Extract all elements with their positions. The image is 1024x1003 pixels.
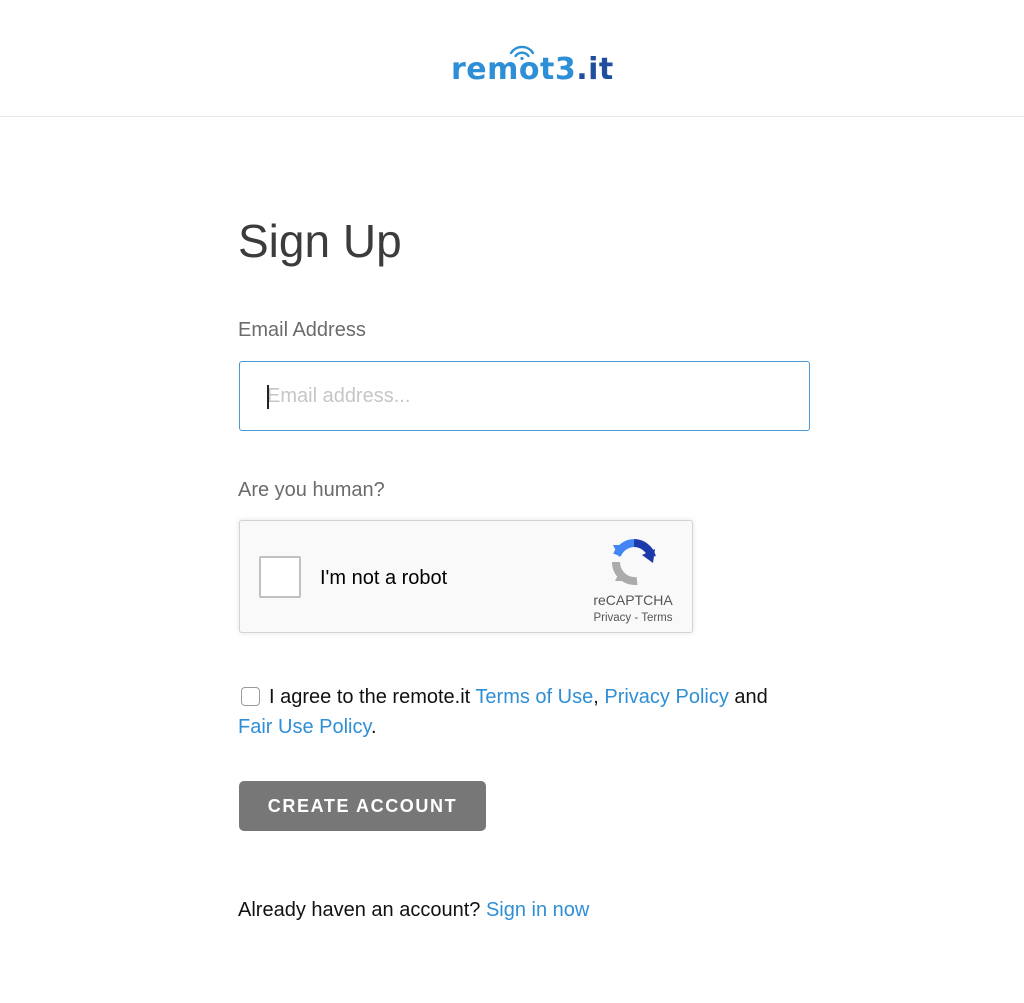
recaptcha-privacy-link[interactable]: Privacy [593,612,631,624]
recaptcha-link-separator: - [631,612,642,624]
sign-in-link[interactable]: Sign in now [486,899,589,921]
agreement-and: and [728,686,768,708]
recaptcha-terms-link[interactable]: Terms [641,612,672,624]
remoteit-logo[interactable]: remot3.it [451,44,613,88]
logo-text-part1: remot [451,52,555,87]
signin-prompt: Already haven an account? Sign in now [238,896,589,924]
recaptcha-widget: I'm not a robot reCAPTCHA Privacy - Term… [239,520,693,633]
recaptcha-links: Privacy - Terms [566,611,700,625]
agreement-comma: , [593,686,599,708]
agreement-prefix: I agree to the remote.it [269,686,476,708]
terms-of-use-link[interactable]: Terms of Use [475,686,593,708]
recaptcha-label: I'm not a robot [320,567,448,589]
fair-use-policy-link[interactable]: Fair Use Policy [238,716,371,738]
agreement-period: . [371,716,377,738]
recaptcha-brand: reCAPTCHA [593,592,673,608]
privacy-policy-link[interactable]: Privacy Policy [604,686,728,708]
recaptcha-checkbox[interactable] [259,556,301,598]
text-cursor [267,385,269,409]
header: remot3.it [0,0,1024,117]
terms-agreement: I agree to the remote.it Terms of Use, P… [238,682,818,742]
logo-text-part3: .it [576,52,614,87]
logo-wordmark: remot3.it [451,52,614,88]
email-label: Email Address [238,319,366,341]
create-account-button[interactable]: CREATE ACCOUNT [239,781,486,831]
page-title: Sign Up [238,215,402,267]
terms-checkbox[interactable] [241,687,260,706]
logo-text-part2: 3 [554,52,577,87]
recaptcha-logo-icon [612,539,656,586]
captcha-label: Are you human? [238,479,385,501]
signin-prompt-text: Already haven an account? [238,899,481,921]
email-field[interactable] [239,361,810,431]
